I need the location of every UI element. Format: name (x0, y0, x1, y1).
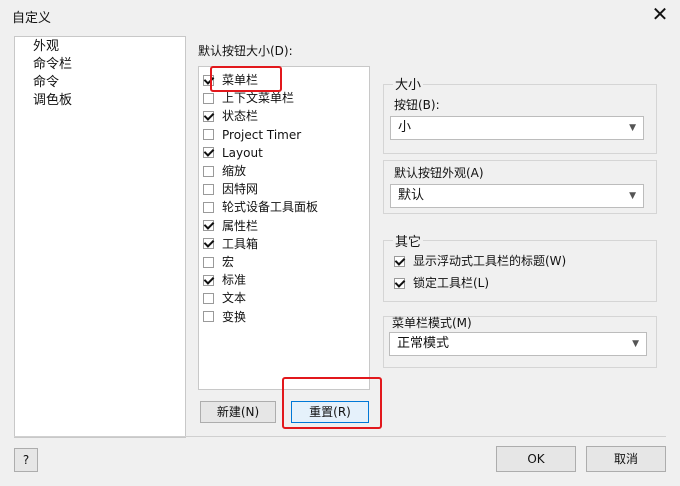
list-item-checkbox[interactable] (203, 311, 214, 323)
default-appearance-value: 默认 (398, 188, 425, 203)
list-item[interactable]: 菜单栏 (203, 71, 258, 89)
close-icon[interactable]: ✕ (648, 2, 672, 26)
toolbar-list[interactable]: 菜单栏上下文菜单栏 状态栏 Project Timer Layout 缩放因特网轮式设备… (198, 66, 370, 390)
list-item-label: 上下文菜单栏 (222, 91, 295, 106)
category-tree: 外观 命令栏 命令 调色板 (14, 36, 186, 438)
list-item-checkbox[interactable] (203, 274, 214, 286)
help-button[interactable]: ? (14, 448, 38, 472)
list-item-label: 标准 (222, 273, 247, 288)
list-item[interactable]: 轮式设备工具面板 (203, 198, 318, 216)
default-appearance-select[interactable]: 默认 ▼ (390, 184, 644, 208)
reset-button[interactable]: 重置(R) (291, 401, 369, 423)
list-item-label: 缩放 (222, 164, 247, 178)
list-item-checkbox[interactable] (203, 183, 214, 195)
other-group-title: 其它 (393, 231, 424, 250)
button-size-select[interactable]: 小 ▼ (390, 116, 644, 140)
list-item-label: 因特网 (222, 182, 259, 197)
list-item-label: Project Timer (222, 127, 302, 142)
list-item-checkbox[interactable] (203, 129, 214, 141)
list-item-checkbox[interactable] (203, 74, 214, 86)
list-item-label: Layout (222, 145, 263, 160)
list-item-checkbox[interactable] (203, 110, 214, 122)
list-item[interactable]: 缩放 (203, 162, 246, 180)
default-appearance-label: 默认按钮外观(A) (394, 166, 484, 180)
list-item-checkbox[interactable] (203, 92, 214, 104)
list-item[interactable]: Layout (203, 144, 263, 162)
nav-item-palettes[interactable]: 调色板 (33, 93, 72, 109)
list-item-checkbox[interactable] (203, 220, 214, 232)
chevron-down-icon: ▼ (629, 123, 636, 133)
menubar-mode-label: 菜单栏模式(M) (392, 316, 472, 330)
show-floating-title-label: 显示浮动式工具栏的标题(W) (413, 254, 567, 268)
list-item[interactable]: 宏 (203, 253, 234, 271)
list-item-label: 文本 (222, 291, 247, 306)
new-button[interactable]: 新建(N) (200, 401, 276, 423)
size-group-title: 大小 (393, 74, 424, 93)
button-size-label: 按钮(B): (394, 98, 440, 112)
lock-toolbars-checkbox[interactable] (394, 277, 405, 289)
cancel-button[interactable]: 取消 (586, 446, 666, 472)
list-item-checkbox[interactable] (203, 256, 214, 268)
list-item[interactable]: 因特网 (203, 180, 258, 198)
list-item[interactable]: 文本 (203, 289, 246, 307)
button-size-value: 小 (398, 120, 412, 135)
list-item[interactable]: 上下文菜单栏 (203, 89, 294, 107)
menubar-mode-value: 正常模式 (397, 336, 450, 351)
other-group (383, 240, 657, 302)
title-bar (0, 0, 680, 30)
list-item-checkbox[interactable] (203, 165, 214, 177)
list-item[interactable]: 状态栏 (203, 107, 258, 125)
window-title: 自定义 (12, 11, 52, 26)
show-floating-title-checkbox[interactable] (394, 255, 405, 267)
list-item[interactable]: 标准 (203, 271, 246, 289)
ok-button[interactable]: OK (496, 446, 576, 472)
list-item[interactable]: 工具箱 (203, 235, 258, 253)
nav-item-commands[interactable]: 命令 (33, 75, 59, 91)
list-item[interactable]: 属性栏 (203, 217, 258, 235)
list-item-checkbox[interactable] (203, 201, 214, 213)
lock-toolbars-option[interactable]: 锁定工具栏(L) (394, 274, 489, 292)
nav-item-command-bars[interactable]: 命令栏 (33, 57, 72, 73)
list-item-label: 宏 (222, 255, 235, 269)
chevron-down-icon: ▼ (629, 191, 636, 201)
lock-toolbars-label: 锁定工具栏(L) (413, 276, 490, 290)
chevron-down-icon: ▼ (632, 339, 639, 349)
list-item-label: 变换 (222, 309, 247, 324)
menubar-mode-select[interactable]: 正常模式 ▼ (389, 332, 647, 356)
list-item-label: 属性栏 (222, 218, 259, 233)
list-item-label: 状态栏 (222, 109, 259, 124)
list-item[interactable]: Project Timer (203, 126, 301, 144)
list-item-checkbox[interactable] (203, 292, 214, 304)
show-floating-title-option[interactable]: 显示浮动式工具栏的标题(W) (394, 252, 566, 270)
list-item-label: 菜单栏 (222, 73, 259, 87)
footer-separator (14, 436, 666, 437)
list-item-checkbox[interactable] (203, 238, 214, 250)
list-item-label: 工具箱 (222, 236, 259, 251)
list-item-label: 轮式设备工具面板 (222, 200, 319, 215)
list-item-checkbox[interactable] (203, 147, 214, 159)
nav-item-appearance[interactable]: 外观 (33, 39, 59, 55)
list-item[interactable]: 变换 (203, 308, 246, 326)
default-button-size-label: 默认按钮大小(D): (198, 44, 293, 58)
